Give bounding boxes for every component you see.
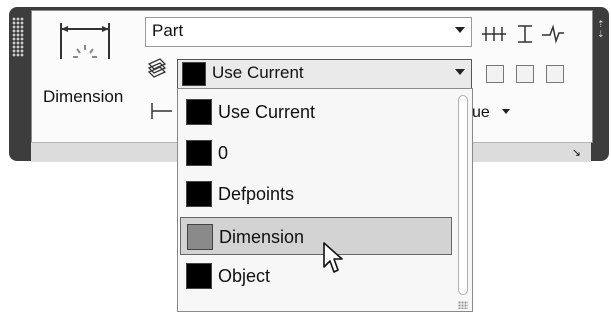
layer-dropdown-list: Use Current 0 Defpoints Dimension Object xyxy=(177,88,473,312)
dimension-label: Dimension xyxy=(43,87,124,106)
layer-stack-icon xyxy=(147,58,167,78)
chevron-down-icon[interactable] xyxy=(502,109,510,114)
override-label-partial: ue xyxy=(472,104,490,121)
layer-color-swatch xyxy=(186,263,212,289)
layer-value: Use Current xyxy=(212,63,304,82)
layer-color-swatch xyxy=(182,62,206,86)
baseline-dimension-icon[interactable] xyxy=(514,23,536,45)
layer-color-swatch xyxy=(186,99,212,125)
dim-style-combo[interactable]: Part xyxy=(145,17,472,47)
dialog-launcher-icon[interactable]: ↘ xyxy=(572,146,581,159)
layer-color-swatch xyxy=(187,224,213,250)
chevron-down-icon[interactable] xyxy=(455,27,465,33)
list-item-highlighted[interactable]: Dimension xyxy=(180,217,452,255)
dimension-button[interactable]: Dimension xyxy=(37,17,137,107)
chevron-down-icon[interactable] xyxy=(455,69,465,75)
update-dimension-icon[interactable] xyxy=(516,65,534,83)
list-item[interactable]: 0 xyxy=(180,134,452,172)
reassociate-dimension-icon[interactable] xyxy=(546,65,564,83)
layer-color-swatch xyxy=(186,181,212,207)
panel-grip[interactable] xyxy=(12,17,24,57)
continue-dimension-icon[interactable] xyxy=(480,23,508,45)
inspect-dimension-icon[interactable] xyxy=(486,65,504,83)
linear-dimension-icon[interactable] xyxy=(150,101,174,121)
layer-color-swatch xyxy=(186,140,212,166)
dim-layer-combo[interactable]: Use Current xyxy=(177,59,472,89)
dim-style-value: Part xyxy=(152,21,184,40)
panel-side-controls[interactable]: ⇡ ⇣ xyxy=(597,19,607,49)
list-item[interactable]: Defpoints xyxy=(180,175,452,213)
dimension-icon xyxy=(60,23,110,59)
jog-line-icon[interactable] xyxy=(540,23,566,45)
list-item[interactable]: Use Current xyxy=(180,93,452,131)
scrollbar[interactable] xyxy=(458,95,468,295)
mouse-pointer-icon xyxy=(323,242,343,273)
list-item[interactable]: Object xyxy=(180,257,452,295)
resize-grip[interactable] xyxy=(458,301,468,309)
